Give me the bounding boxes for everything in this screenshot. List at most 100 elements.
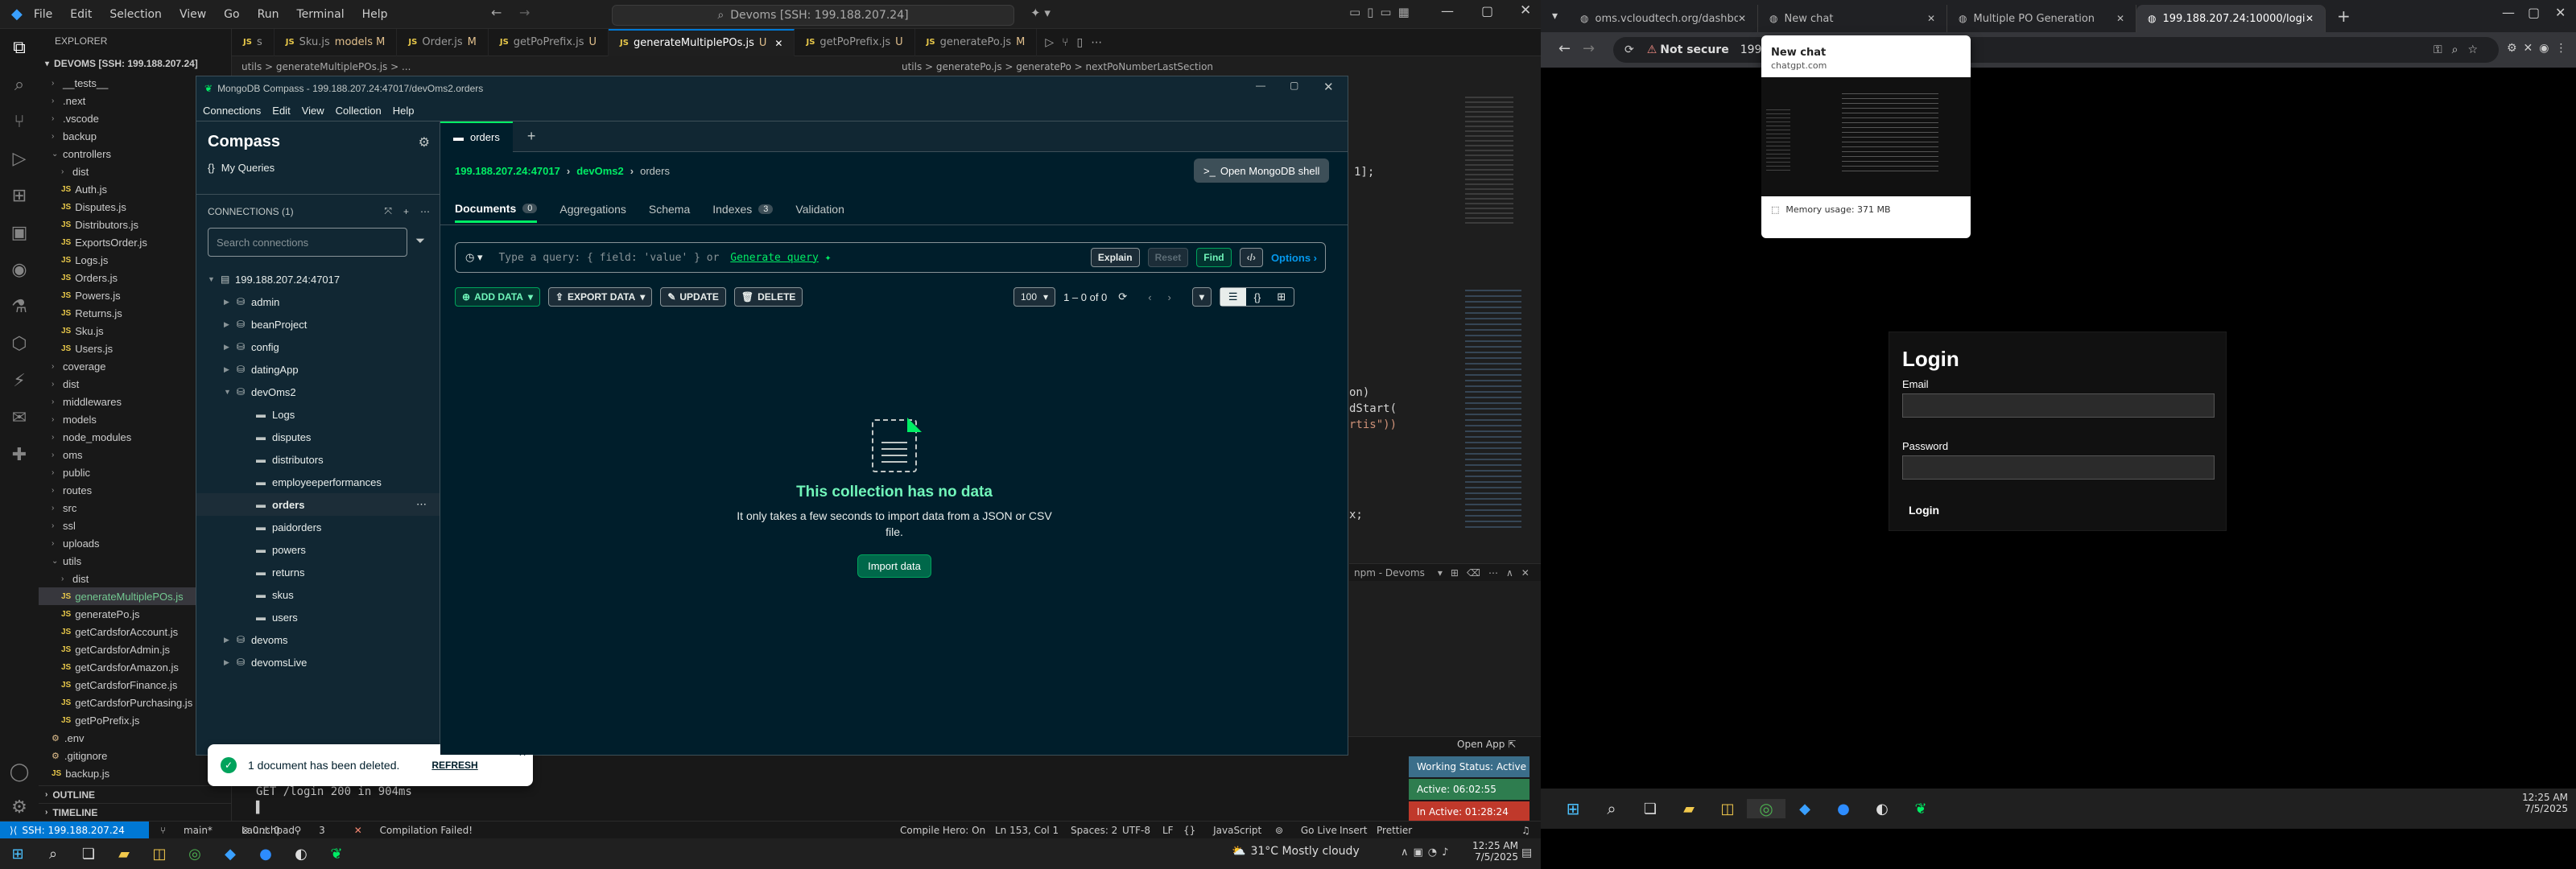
- menu-terminal[interactable]: Terminal: [296, 8, 344, 21]
- compass-icon[interactable]: ❦: [319, 838, 354, 869]
- close-icon[interactable]: ✕: [2306, 13, 2314, 24]
- vscode-icon[interactable]: ◆: [213, 838, 248, 869]
- editor-actions-icon[interactable]: ▷⑂▯⋯: [1045, 36, 1110, 49]
- database-item[interactable]: ▶ ⛁ datingApp: [196, 358, 440, 381]
- tree-file[interactable]: JS backup.js: [39, 764, 231, 782]
- extensions-icons[interactable]: ⚙✕◉⋮: [2507, 42, 2574, 55]
- minimize-icon[interactable]: —: [2502, 5, 2515, 20]
- menu-go[interactable]: Go: [224, 8, 239, 21]
- notifications-icon[interactable]: ♫: [1521, 825, 1530, 836]
- update-button[interactable]: ✎ UPDATE: [660, 287, 726, 307]
- my-queries-link[interactable]: {} My Queries: [208, 162, 275, 174]
- prev-page-icon[interactable]: ‹: [1148, 291, 1151, 303]
- thunder-client-icon[interactable]: ⚡: [0, 362, 39, 399]
- launchpad-status[interactable]: Launchpad: [242, 825, 295, 836]
- menu-file[interactable]: File: [34, 8, 52, 21]
- collection-item[interactable]: ▬ skus: [196, 583, 440, 606]
- task-view-icon[interactable]: ❏: [71, 838, 106, 869]
- refresh-icon[interactable]: ⟳: [1118, 290, 1127, 303]
- next-page-icon[interactable]: ›: [1168, 291, 1171, 303]
- maximize-icon[interactable]: ▢: [2528, 5, 2540, 20]
- collection-item[interactable]: ▬ users: [196, 606, 440, 628]
- close-icon[interactable]: ✕: [1520, 2, 1531, 19]
- close-icon[interactable]: ✕: [2555, 5, 2566, 20]
- compass-icon[interactable]: ❦: [1901, 801, 1940, 818]
- source-control-icon[interactable]: ⑂: [0, 103, 39, 140]
- collection-item[interactable]: ▬ powers: [196, 538, 440, 561]
- editor-tab[interactable]: JS generateMultiplePOs.js U ✕: [609, 28, 795, 56]
- explain-button[interactable]: Explain: [1090, 248, 1140, 267]
- table-view-icon[interactable]: ⊞: [1269, 290, 1294, 303]
- outline-section[interactable]: › OUTLINE: [39, 785, 232, 803]
- workspace-root[interactable]: ▾ DEVOMS [SSH: 199.188.207.24]: [39, 53, 231, 74]
- collection-item[interactable]: ▬ returns: [196, 561, 440, 583]
- add-tab-icon[interactable]: +: [527, 128, 536, 145]
- query-history-icon[interactable]: ◷ ▾: [465, 251, 482, 264]
- add-connection-icon[interactable]: +: [403, 206, 409, 217]
- file-explorer-icon[interactable]: ▰: [106, 838, 142, 869]
- close-icon[interactable]: ✕: [2116, 13, 2124, 24]
- omnibox-actions-icon[interactable]: ⚿⌕☆: [2434, 43, 2487, 56]
- close-icon[interactable]: ✕: [1323, 80, 1334, 94]
- notification-bell-icon[interactable]: ▤: [1521, 846, 1532, 859]
- timeline-section[interactable]: › TIMELINE: [39, 803, 232, 821]
- database-item[interactable]: ▶ ⛁ devoms: [196, 628, 440, 651]
- forward-arrow-icon[interactable]: →: [519, 5, 530, 20]
- options-toggle[interactable]: Options ›: [1271, 252, 1317, 264]
- editor-tab[interactable]: JS Sku.js models M: [275, 28, 398, 56]
- back-arrow-icon[interactable]: ←: [1558, 40, 1571, 57]
- compass-menu-connections[interactable]: Connections: [203, 105, 261, 117]
- remote-explorer-icon[interactable]: ▣: [0, 214, 39, 251]
- maximize-icon[interactable]: ▢: [1481, 3, 1493, 19]
- editor-breadcrumb[interactable]: utils > generatePo.js > generatePo > nex…: [902, 58, 1213, 76]
- view-options-dropdown[interactable]: ▾: [1191, 287, 1212, 307]
- menu-selection[interactable]: Selection: [109, 8, 162, 21]
- editor-tab[interactable]: JS generatePo.js M: [915, 28, 1038, 56]
- zoom-icon[interactable]: ●: [1824, 801, 1863, 818]
- zoom-icon[interactable]: ●: [248, 838, 283, 869]
- command-center-search[interactable]: ⌕ Devoms [SSH: 199.188.207.24]: [612, 5, 1014, 26]
- language-status[interactable]: {} JavaScript: [1183, 825, 1276, 836]
- editor-tab[interactable]: JS getPoPrefix.js U: [489, 28, 609, 56]
- collection-item[interactable]: ▬ employeeperformances: [196, 471, 440, 493]
- password-field[interactable]: [1902, 455, 2215, 480]
- vscode-icon[interactable]: ◆: [1785, 801, 1824, 818]
- close-icon[interactable]: ✕: [774, 38, 782, 49]
- compass-menu-collection[interactable]: Collection: [336, 105, 382, 117]
- menu-edit[interactable]: Edit: [70, 8, 92, 21]
- json-view-icon[interactable]: {}: [1246, 291, 1269, 303]
- layout-controls-icon[interactable]: ▭▯▭▦: [1349, 5, 1416, 19]
- collection-item[interactable]: ▬ disputes: [196, 426, 440, 448]
- subtab-documents[interactable]: Documents 0: [455, 196, 538, 223]
- cursor-position[interactable]: Ln 153, Col 1: [995, 825, 1059, 836]
- browser-tab[interactable]: ◍ 199.188.207.24:10000/login ✕: [2136, 5, 2326, 32]
- collection-item[interactable]: ▬ paidorders: [196, 516, 440, 538]
- address-bar[interactable]: ⟳ ⚠ Not secure 199.1 ⚿⌕☆: [1613, 37, 2499, 63]
- copilot-icon[interactable]: ✦ ▾: [1030, 6, 1051, 20]
- extensions-icon[interactable]: ⊞: [0, 177, 39, 214]
- weather-widget[interactable]: ⛅ 31°C Mostly cloudy: [1232, 845, 1360, 858]
- editor-tab[interactable]: JS Order.js M: [397, 28, 489, 56]
- browser-tab[interactable]: ◍ oms.vcloudtech.org/dashboard✕: [1569, 5, 1759, 32]
- compass-menu-edit[interactable]: Edit: [272, 105, 290, 117]
- import-data-button[interactable]: Import data: [857, 554, 931, 578]
- reset-button[interactable]: Reset: [1147, 248, 1189, 267]
- compass-menu-view[interactable]: View: [302, 105, 324, 117]
- search-icon[interactable]: ⌕: [35, 838, 71, 869]
- more-options-icon[interactable]: ⋯: [420, 206, 430, 217]
- chrome-icon[interactable]: ◎: [177, 838, 213, 869]
- delete-button[interactable]: 🗑 DELETE: [733, 287, 803, 307]
- search-icon[interactable]: ⌕: [0, 66, 39, 103]
- query-input[interactable]: Type a query: { field: 'value' } or Gene…: [498, 252, 831, 264]
- code-view-button[interactable]: ‹/›: [1239, 248, 1263, 267]
- maximize-icon[interactable]: ▢: [1290, 80, 1298, 91]
- database-item[interactable]: ▶ ⛁ admin: [196, 290, 440, 313]
- indentation-status[interactable]: Spaces: 2: [1071, 825, 1117, 836]
- tray-icons[interactable]: ∧▣◔♪: [1401, 846, 1453, 859]
- task-view-icon[interactable]: ❏: [1631, 801, 1670, 818]
- breadcrumb-host[interactable]: 199.188.207.24:47017: [455, 165, 560, 177]
- menu-help[interactable]: Help: [362, 8, 388, 21]
- tab-search-icon[interactable]: ▾: [1552, 10, 1558, 23]
- reload-icon[interactable]: ⟳: [1624, 43, 1634, 56]
- windows-start-icon[interactable]: ⊞: [0, 838, 35, 869]
